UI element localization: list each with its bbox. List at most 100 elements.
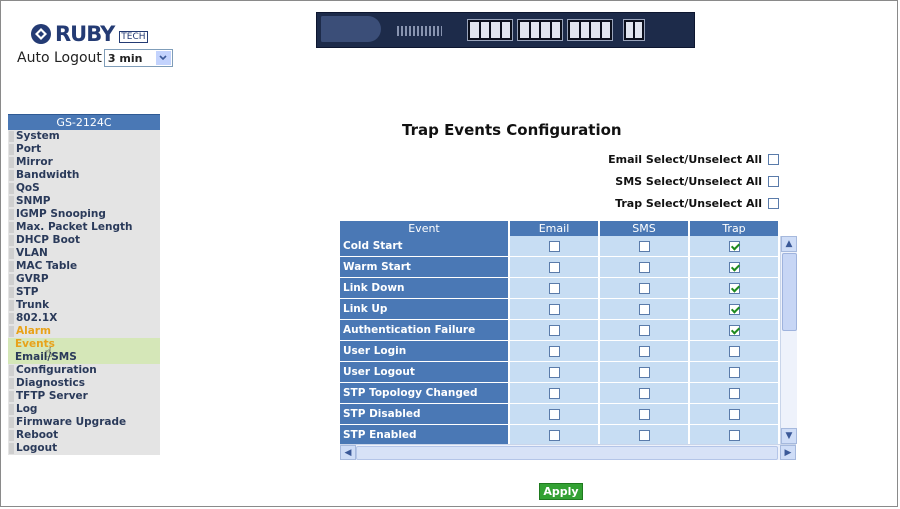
hand-cursor-icon: ☝ xyxy=(44,345,53,361)
email-checkbox[interactable] xyxy=(548,345,560,357)
menu-bullet xyxy=(9,378,14,389)
email-checkbox[interactable] xyxy=(548,429,560,441)
sms-checkbox[interactable] xyxy=(638,429,650,441)
scroll-right-icon[interactable]: ▶ xyxy=(780,445,796,460)
menu-item-firmware-upgrade[interactable]: Firmware Upgrade xyxy=(8,416,160,429)
event-name: Authentication Failure xyxy=(340,320,510,340)
menu-item-label: Logout xyxy=(16,442,58,454)
sms-checkbox[interactable] xyxy=(638,408,650,420)
menu-item-mirror[interactable]: Mirror xyxy=(8,156,160,169)
menu-item-mac-table[interactable]: MAC Table xyxy=(8,260,160,273)
email-select-all-checkbox[interactable] xyxy=(768,154,779,165)
menu-item-stp[interactable]: STP xyxy=(8,286,160,299)
menu-item-configuration[interactable]: Configuration xyxy=(8,364,160,377)
scroll-down-icon[interactable]: ▼ xyxy=(781,428,797,444)
trap-checkbox[interactable] xyxy=(728,408,740,420)
menu-item-max-packet-length[interactable]: Max. Packet Length xyxy=(8,221,160,234)
table-row: STP Disabled xyxy=(340,404,780,425)
sms-checkbox[interactable] xyxy=(638,345,650,357)
auto-logout-select[interactable]: 3 min xyxy=(103,49,173,67)
menu-item-log[interactable]: Log xyxy=(8,403,160,416)
table-row: Link Down xyxy=(340,278,780,299)
table-row: Authentication Failure xyxy=(340,320,780,341)
email-checkbox[interactable] xyxy=(548,261,560,273)
trap-select-all-checkbox[interactable] xyxy=(768,198,779,209)
trap-checkbox[interactable] xyxy=(728,282,740,294)
menu-item-qos[interactable]: QoS xyxy=(8,182,160,195)
email-checkbox[interactable] xyxy=(548,366,560,378)
table-body: Cold Start Warm Start Link Down Link Up Auth… xyxy=(340,236,780,444)
vertical-scroll-thumb[interactable] xyxy=(782,253,797,331)
menu-bullet xyxy=(9,287,14,298)
scroll-up-icon[interactable]: ▲ xyxy=(781,236,797,252)
menu-item-reboot[interactable]: Reboot xyxy=(8,429,160,442)
horizontal-scroll-thumb[interactable] xyxy=(356,446,778,460)
menu-bullet xyxy=(9,313,14,324)
table-row: User Logout xyxy=(340,362,780,383)
trap-checkbox[interactable] xyxy=(728,366,740,378)
menu-item-diagnostics[interactable]: Diagnostics xyxy=(8,377,160,390)
email-checkbox[interactable] xyxy=(548,303,560,315)
trap-cell xyxy=(690,362,780,382)
menu-bullet xyxy=(9,274,14,285)
sms-select-all-checkbox[interactable] xyxy=(768,176,779,187)
sms-cell xyxy=(600,236,690,256)
menu-item-label: SNMP xyxy=(16,195,51,207)
menu-bullet xyxy=(9,417,14,428)
menu-item-events[interactable]: Events xyxy=(8,338,160,351)
menu-item-label: MAC Table xyxy=(16,260,78,272)
horizontal-scrollbar[interactable]: ◀ ▶ xyxy=(340,444,796,460)
menu-item-label: TFTP Server xyxy=(16,390,88,402)
sms-checkbox[interactable] xyxy=(638,240,650,252)
menu-item-port[interactable]: Port xyxy=(8,143,160,156)
device-front-panel xyxy=(321,16,381,42)
menu-item-vlan[interactable]: VLAN xyxy=(8,247,160,260)
trap-checkbox[interactable] xyxy=(728,261,740,273)
sms-checkbox[interactable] xyxy=(638,282,650,294)
menu-item-logout[interactable]: Logout xyxy=(8,442,160,455)
email-checkbox[interactable] xyxy=(548,240,560,252)
event-name: Link Up xyxy=(340,299,510,319)
chevron-down-icon[interactable] xyxy=(154,50,172,66)
trap-checkbox[interactable] xyxy=(728,240,740,252)
email-checkbox[interactable] xyxy=(548,282,560,294)
trap-checkbox[interactable] xyxy=(728,387,740,399)
menu-item-dhcp-boot[interactable]: DHCP Boot xyxy=(8,234,160,247)
sms-checkbox[interactable] xyxy=(638,324,650,336)
email-checkbox[interactable] xyxy=(548,387,560,399)
menu-bullet xyxy=(9,391,14,402)
trap-checkbox[interactable] xyxy=(728,345,740,357)
menu-item-trunk[interactable]: Trunk xyxy=(8,299,160,312)
port-group-1 xyxy=(467,19,513,41)
menu-item-snmp[interactable]: SNMP xyxy=(8,195,160,208)
trap-cell xyxy=(690,404,780,424)
menu-item-label: STP xyxy=(16,286,39,298)
menu-item-802-1x[interactable]: 802.1X xyxy=(8,312,160,325)
device-grill xyxy=(397,26,442,36)
table-row: STP Topology Changed xyxy=(340,383,780,404)
menu-item-label: 802.1X xyxy=(16,312,58,324)
menu-item-email-sms[interactable]: Email/SMS xyxy=(8,351,160,364)
menu-item-igmp-snooping[interactable]: IGMP Snooping xyxy=(8,208,160,221)
email-cell xyxy=(510,257,600,277)
apply-button[interactable]: Apply xyxy=(539,483,583,500)
menu-item-bandwidth[interactable]: Bandwidth xyxy=(8,169,160,182)
vertical-scrollbar[interactable]: ▲ ▼ xyxy=(780,236,797,444)
menu-item-tftp-server[interactable]: TFTP Server xyxy=(8,390,160,403)
menu-item-system[interactable]: System xyxy=(8,130,160,143)
menu-bullet xyxy=(9,157,14,168)
email-checkbox[interactable] xyxy=(548,324,560,336)
trap-checkbox[interactable] xyxy=(728,303,740,315)
sms-checkbox[interactable] xyxy=(638,261,650,273)
trap-cell xyxy=(690,299,780,319)
trap-checkbox[interactable] xyxy=(728,429,740,441)
scroll-left-icon[interactable]: ◀ xyxy=(340,445,356,460)
sms-checkbox[interactable] xyxy=(638,387,650,399)
menu-item-label: Trunk xyxy=(16,299,50,311)
menu-item-alarm[interactable]: Alarm xyxy=(8,325,160,338)
email-checkbox[interactable] xyxy=(548,408,560,420)
sms-checkbox[interactable] xyxy=(638,303,650,315)
sms-checkbox[interactable] xyxy=(638,366,650,378)
menu-item-gvrp[interactable]: GVRP xyxy=(8,273,160,286)
trap-checkbox[interactable] xyxy=(728,324,740,336)
